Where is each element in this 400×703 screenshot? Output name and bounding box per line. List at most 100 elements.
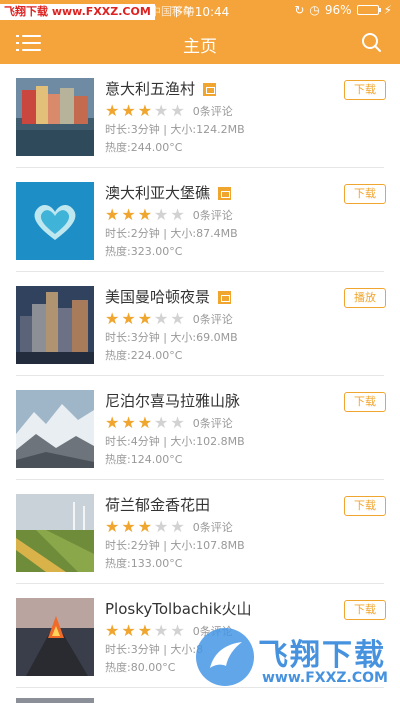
item-meta: 时长:4分钟 | 大小:102.8MB [105, 435, 245, 448]
alarm-icon: ◷ [309, 3, 320, 17]
star-icon: ★ [137, 413, 153, 432]
watermark-logo: 飞翔下载 www.FXXZ.COM [196, 626, 390, 696]
rating-line: ★★★★★ 0条评论 [105, 413, 335, 433]
item-title[interactable]: 澳大利亚大堡礁 [105, 182, 335, 204]
item-title[interactable]: PloskyTolbachik火山 [105, 598, 335, 620]
download-button[interactable]: 下载 [344, 496, 386, 516]
orientation-lock-icon: ↻ [294, 3, 305, 17]
thumbnail-great-barrier-reef[interactable] [16, 182, 94, 260]
item-info: 尼泊尔喜马拉雅山脉 ★ ★ ★ ★ ★ 0条评论 时长:4分钟 | 大小:102.8MB… [105, 390, 335, 469]
item-info: 澳大利亚大堡礁 ★ ★ ★ ★ ★ 0条评论 时长:2分钟 | 大小:87.4MB 热度… [105, 182, 335, 261]
star-icon: ★ [105, 205, 120, 224]
star-icon: ★ [154, 205, 169, 224]
star-icon: ★ [170, 517, 185, 536]
watermark-url: www.FXXZ.COM [262, 670, 388, 686]
list-item[interactable]: 美国曼哈顿夜景 ★ ★ ★ ★ ★ 0条评论 时长:3分钟 | 大小:69.0MB 热度… [0, 272, 400, 376]
rating-stars: ★ ★ ★ ★ ★ [105, 103, 185, 119]
thumbnail-himalaya[interactable] [16, 390, 94, 468]
rating-stars: ★ ★ ★ ★ ★ [105, 207, 185, 223]
hd-badge-icon [203, 82, 217, 96]
star-icon: ★ [154, 621, 169, 640]
download-button[interactable]: 下载 [344, 392, 386, 412]
item-meta: 时长:2分钟 | 大小:107.8MB [105, 539, 245, 552]
item-heat: 热度:133.00°C [105, 557, 183, 570]
star-icon: ★ [121, 413, 136, 432]
search-icon[interactable] [360, 31, 382, 53]
list-item[interactable]: 意大利五渔村 ★ ★ ★ ★ ★ 0条评论 时长:3分钟 | 大小:124.2MB 热度… [0, 64, 400, 168]
item-title-text: PloskyTolbachik火山 [105, 600, 252, 618]
charging-icon: ⚡ [383, 3, 392, 17]
review-count: 0条评论 [192, 105, 233, 118]
review-count: 0条评论 [192, 313, 233, 326]
hd-badge-icon [218, 290, 232, 304]
battery-icon [356, 5, 381, 15]
hd-badge-icon [218, 186, 232, 200]
item-heat: 热度:244.00°C [105, 141, 183, 154]
rating-stars: ★ ★ ★ ★ ★ [105, 519, 185, 535]
play-button[interactable]: 播放 [344, 288, 386, 308]
list-item[interactable]: 澳大利亚大堡礁 ★ ★ ★ ★ ★ 0条评论 时长:2分钟 | 大小:87.4MB 热度… [0, 168, 400, 272]
rating-stars: ★ ★ ★ ★ ★ [105, 311, 185, 327]
page-title: 主页 [183, 37, 217, 57]
star-icon: ★ [154, 101, 169, 120]
review-count: 0条评论 [192, 209, 233, 222]
item-title-text: 尼泊尔喜马拉雅山脉 [105, 392, 241, 410]
item-title[interactable]: 意大利五渔村 [105, 78, 335, 100]
star-icon: ★ [154, 413, 169, 432]
star-icon: ★ [105, 621, 120, 640]
status-right: ↻ ◷ 96% ⚡ [294, 3, 392, 17]
item-info: 美国曼哈顿夜景 ★ ★ ★ ★ ★ 0条评论 时长:3分钟 | 大小:69.0MB 热度… [105, 286, 335, 365]
review-count: 0条评论 [192, 417, 233, 430]
status-bar: 中国移动 飞翔下载 www.FXXZ.COM 下午10:44 ↻ ◷ 96% ⚡ [0, 0, 400, 22]
rating-line: ★★★★★ 0条评论 [105, 517, 335, 537]
star-icon: ★ [121, 517, 136, 536]
rating-stars: ★ ★ ★ ★ ★ [105, 415, 185, 431]
item-heat: 热度:124.00°C [105, 453, 183, 466]
item-meta: 时长:3分钟 | 大小:124.2MB [105, 123, 245, 136]
item-info: 荷兰郁金香花田 ★ ★ ★ ★ ★ 0条评论 时长:2分钟 | 大小:107.8MB 热… [105, 494, 335, 573]
rating-line: ★★★★★ 0条评论 [105, 309, 335, 329]
thumbnail-manhattan-night[interactable] [16, 286, 94, 364]
app-screen: 中国移动 飞翔下载 www.FXXZ.COM 下午10:44 ↻ ◷ 96% ⚡… [0, 0, 400, 703]
item-meta: 时长:3分钟 | 大小:69.0MB [105, 331, 238, 344]
list-item[interactable]: 荷兰郁金香花田 ★ ★ ★ ★ ★ 0条评论 时长:2分钟 | 大小:107.8MB 热… [0, 480, 400, 584]
star-icon: ★ [170, 205, 185, 224]
video-list[interactable]: 意大利五渔村 ★ ★ ★ ★ ★ 0条评论 时长:3分钟 | 大小:124.2MB 热度… [0, 64, 400, 703]
item-heat: 热度:224.00°C [105, 349, 183, 362]
star-icon: ★ [137, 517, 153, 536]
star-icon: ★ [121, 309, 136, 328]
star-icon: ★ [105, 309, 120, 328]
star-icon: ★ [137, 101, 153, 120]
star-icon: ★ [137, 621, 153, 640]
star-icon: ★ [105, 517, 120, 536]
item-title-text: 意大利五渔村 [105, 80, 196, 98]
list-item[interactable]: 尼泊尔喜马拉雅山脉 ★ ★ ★ ★ ★ 0条评论 时长:4分钟 | 大小:102.8MB… [0, 376, 400, 480]
item-title[interactable]: 美国曼哈顿夜景 [105, 286, 335, 308]
rating-line: ★★★★★ 0条评论 [105, 205, 335, 225]
download-button[interactable]: 下载 [344, 184, 386, 204]
star-icon: ★ [170, 309, 185, 328]
star-icon: ★ [121, 621, 136, 640]
thumbnail-cinque-terre[interactable] [16, 78, 94, 156]
item-title-text: 澳大利亚大堡礁 [105, 184, 211, 202]
thumbnail-volcano[interactable] [16, 598, 94, 676]
item-title-text: 美国曼哈顿夜景 [105, 288, 211, 306]
star-icon: ★ [137, 309, 153, 328]
item-title[interactable]: 荷兰郁金香花田 [105, 494, 335, 516]
star-icon: ★ [105, 101, 120, 120]
download-button[interactable]: 下载 [344, 80, 386, 100]
review-count: 0条评论 [192, 521, 233, 534]
star-icon: ★ [170, 621, 185, 640]
item-meta: 时长:2分钟 | 大小:87.4MB [105, 227, 238, 240]
star-icon: ★ [170, 101, 185, 120]
item-title-text: 荷兰郁金香花田 [105, 496, 211, 514]
star-icon: ★ [121, 101, 136, 120]
star-icon: ★ [105, 413, 120, 432]
item-title[interactable]: 尼泊尔喜马拉雅山脉 [105, 390, 335, 412]
download-button[interactable]: 下载 [344, 600, 386, 620]
star-icon: ★ [121, 205, 136, 224]
watermark-wing-icon [196, 628, 254, 686]
item-heat: 热度:323.00°C [105, 245, 183, 258]
thumbnail-tulip-fields[interactable] [16, 494, 94, 572]
battery-percent: 96% [324, 3, 352, 17]
